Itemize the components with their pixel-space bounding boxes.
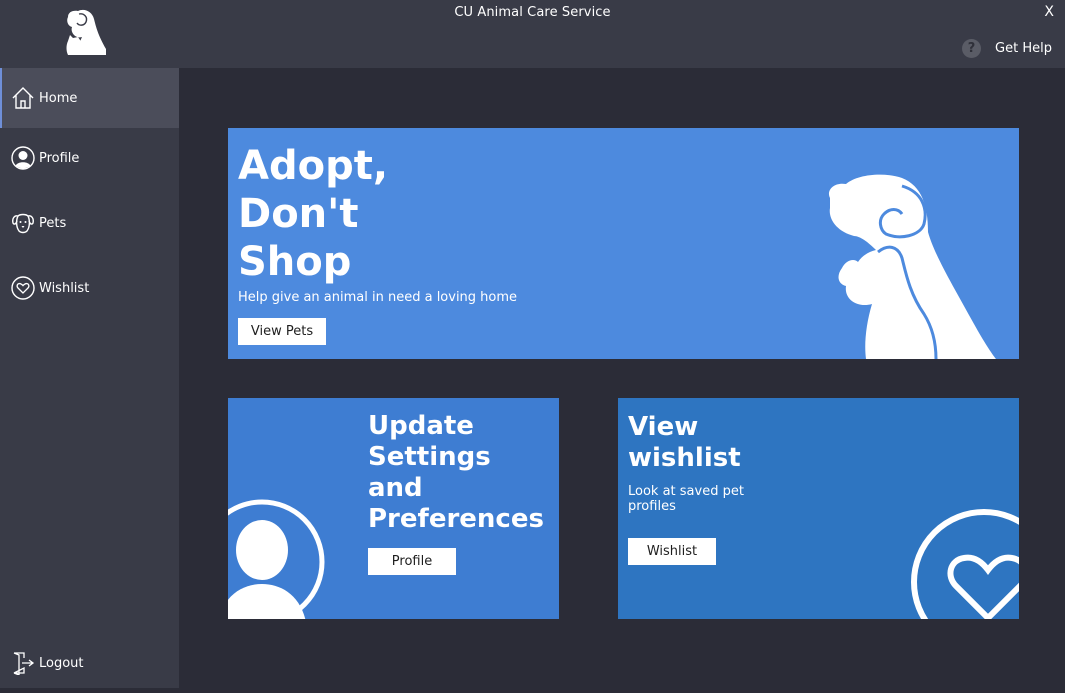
profile-card-title-line: and: [368, 473, 423, 503]
sidebar-item-label: Wishlist: [39, 280, 90, 296]
profile-card-title: Update Settings and Preferences: [368, 411, 544, 535]
profile-card: Update Settings and Preferences Profile: [228, 398, 559, 619]
hero-title-line: Adopt,: [238, 143, 389, 189]
user-avatar-icon: [228, 499, 325, 619]
sidebar-item-label: Pets: [39, 215, 67, 231]
profile-card-title-line: Settings: [368, 442, 491, 472]
sidebar-item-label: Profile: [39, 150, 80, 166]
wishlist-button[interactable]: Wishlist: [628, 538, 716, 565]
profile-card-title-line: Preferences: [368, 504, 544, 534]
get-help-label: Get Help: [995, 40, 1052, 56]
wishlist-card-title: View wishlist: [628, 412, 741, 474]
profile-card-title-line: Update: [368, 411, 474, 441]
logout-door-icon: [10, 650, 36, 676]
heart-icon: [10, 275, 36, 301]
app-title: CU Animal Care Service: [454, 5, 611, 20]
profile-button[interactable]: Profile: [368, 548, 456, 575]
hero-subtitle: Help give an animal in need a loving hom…: [238, 290, 518, 305]
logout-button[interactable]: Logout: [0, 633, 179, 693]
profile-icon: [10, 145, 36, 171]
hero-banner: Adopt, Don't Shop Help give an animal in…: [228, 128, 1019, 359]
home-icon: [10, 85, 36, 111]
dog-cat-silhouette-icon: [828, 174, 996, 359]
sidebar-item-pets[interactable]: Pets: [0, 193, 179, 253]
sidebar-item-home[interactable]: Home: [0, 68, 179, 128]
logout-label: Logout: [39, 655, 84, 671]
wishlist-card-title-line: View: [628, 412, 699, 442]
sidebar-item-wishlist[interactable]: Wishlist: [0, 258, 179, 318]
dog-face-icon: [10, 210, 36, 236]
get-help-button[interactable]: ? Get Help: [962, 38, 1052, 58]
heart-circle-icon: [911, 509, 1019, 619]
close-button[interactable]: X: [1044, 4, 1054, 20]
wishlist-card-subtitle: Look at saved pet profiles: [628, 484, 744, 514]
hero-title: Adopt, Don't Shop: [238, 142, 458, 286]
hero-title-line: Don't: [238, 191, 359, 237]
sidebar: Home Profile Pets Wishlist Logout: [0, 68, 179, 688]
wishlist-card-title-line: wishlist: [628, 443, 741, 473]
sidebar-item-profile[interactable]: Profile: [0, 128, 179, 188]
sidebar-item-label: Home: [39, 90, 78, 106]
hero-title-line: Shop: [238, 239, 352, 285]
view-pets-button[interactable]: View Pets: [238, 318, 326, 345]
help-icon: ?: [962, 38, 982, 58]
title-bar: CU Animal Care Service X ? Get Help: [0, 0, 1065, 68]
wishlist-card: View wishlist Look at saved pet profiles…: [618, 398, 1019, 619]
